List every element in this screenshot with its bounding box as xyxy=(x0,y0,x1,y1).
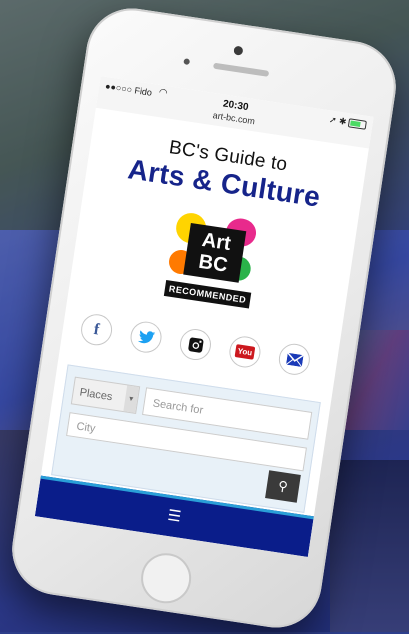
logo-text-bottom: BC xyxy=(197,250,230,277)
search-icon: ⚲ xyxy=(277,477,289,495)
category-select[interactable]: Places ▾ xyxy=(70,376,141,415)
recommended-badge: RECOMMENDED xyxy=(163,279,252,309)
facebook-icon[interactable]: f xyxy=(78,312,115,348)
instagram-camera-glyph xyxy=(187,336,204,353)
twitter-bird-glyph xyxy=(137,330,155,344)
instagram-icon[interactable] xyxy=(177,326,214,363)
envelope-glyph xyxy=(285,352,304,367)
search-button[interactable]: ⚲ xyxy=(265,470,301,503)
art-bc-recommended-logo[interactable]: Art BC RECOMMENDED xyxy=(162,209,262,321)
twitter-icon[interactable] xyxy=(128,319,164,355)
logo-mark: Art BC xyxy=(183,223,247,283)
category-select-value: Places xyxy=(78,386,114,404)
youtube-icon[interactable]: You xyxy=(227,334,263,370)
chevron-down-icon: ▾ xyxy=(123,385,140,413)
status-indicators: ➚ ✱ xyxy=(328,114,348,127)
email-icon[interactable] xyxy=(276,341,313,377)
